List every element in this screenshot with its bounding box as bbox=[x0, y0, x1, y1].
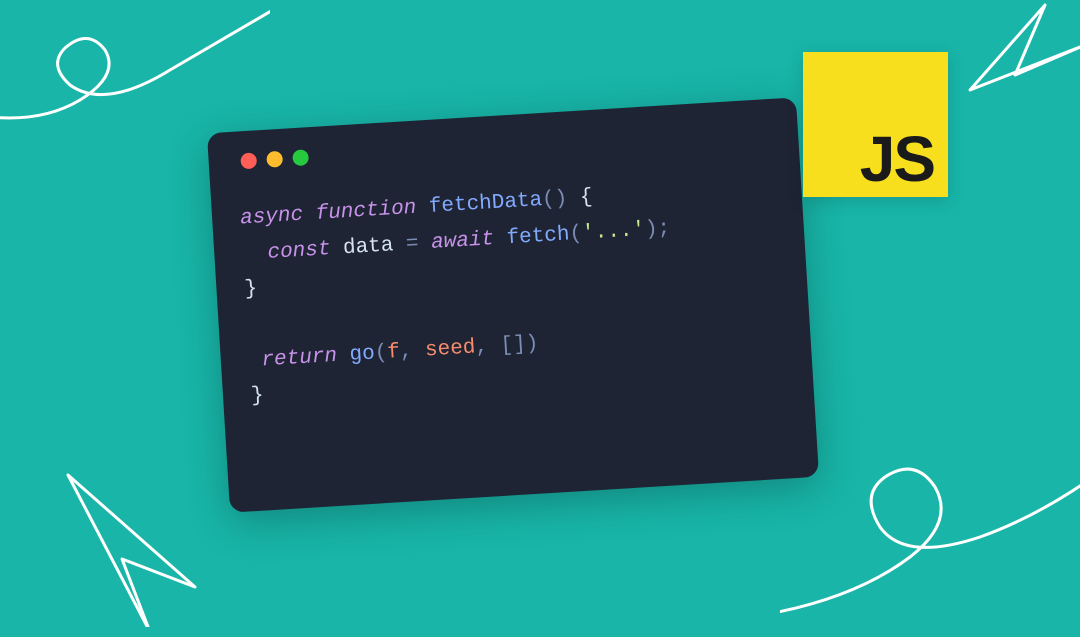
function-name: fetchData bbox=[428, 189, 543, 219]
squiggle-decoration-bottom-right bbox=[780, 417, 1080, 637]
paren-close: ) bbox=[525, 332, 539, 356]
javascript-logo-text: JS bbox=[860, 131, 934, 189]
arrow-decoration-bottom-left bbox=[30, 447, 250, 627]
maximize-icon bbox=[292, 149, 309, 166]
variable-name: data bbox=[342, 234, 394, 260]
code-editor-window: async function fetchData() { const data … bbox=[207, 97, 819, 512]
comma: , bbox=[475, 335, 489, 359]
brace-open: { bbox=[579, 186, 593, 210]
comma: , bbox=[399, 340, 413, 364]
paren-close: ) bbox=[554, 188, 568, 212]
keyword-function: function bbox=[315, 197, 417, 226]
keyword-async: async bbox=[240, 204, 304, 231]
indent bbox=[242, 242, 269, 266]
keyword-const: const bbox=[267, 238, 331, 265]
window-traffic-lights bbox=[240, 121, 770, 169]
argument: seed bbox=[424, 336, 476, 362]
keyword-return: return bbox=[261, 345, 338, 373]
minimize-icon bbox=[266, 151, 283, 168]
semicolon: ; bbox=[657, 217, 671, 241]
function-call-fetch: fetch bbox=[506, 223, 570, 250]
function-call-go: go bbox=[349, 342, 376, 366]
code-block: async function fetchData() { const data … bbox=[239, 169, 785, 415]
brace-close: } bbox=[244, 278, 258, 302]
javascript-logo-badge: JS bbox=[803, 52, 948, 197]
string-literal: '...' bbox=[581, 219, 645, 246]
operator-equals: = bbox=[405, 232, 419, 256]
keyword-await: await bbox=[430, 228, 494, 255]
brace-close: } bbox=[250, 385, 264, 409]
close-icon bbox=[240, 152, 257, 169]
